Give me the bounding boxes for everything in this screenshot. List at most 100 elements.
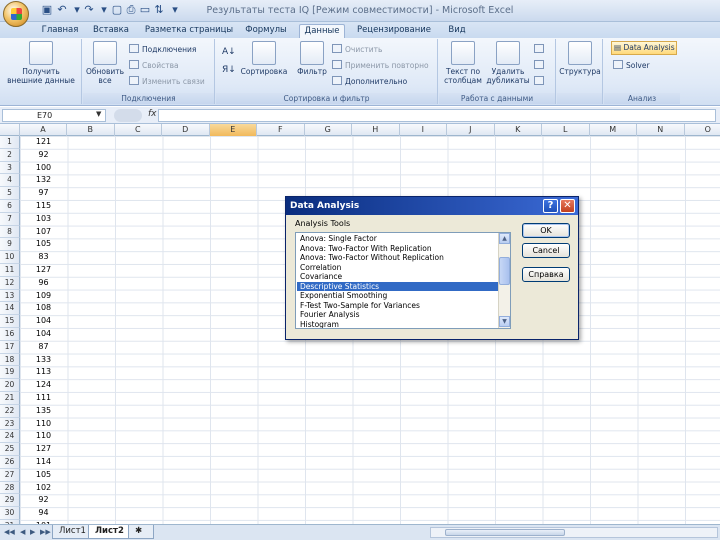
ok-button[interactable]: OK <box>522 223 570 238</box>
column-header[interactable]: G <box>305 124 352 136</box>
list-scrollbar[interactable]: ▲ ▼ <box>498 233 510 328</box>
cell-a[interactable]: 104 <box>20 315 67 328</box>
scroll-down-icon[interactable]: ▼ <box>499 316 510 327</box>
text-to-columns-button[interactable]: Текст по столбцам <box>441 41 485 85</box>
cell-a[interactable]: 121 <box>20 136 67 149</box>
close-icon[interactable]: ✕ <box>560 199 575 213</box>
cell-a[interactable]: 135 <box>20 405 67 418</box>
list-item-selected[interactable]: Descriptive Statistics <box>297 281 498 291</box>
list-item[interactable]: Histogram <box>297 320 498 329</box>
analysis-tools-list[interactable]: Anova: Single Factor Anova: Two-Factor W… <box>295 232 511 329</box>
tab-insert[interactable]: Вставка <box>88 24 134 38</box>
save-icon[interactable]: ▣ <box>40 3 54 17</box>
cell-a[interactable]: 92 <box>20 149 67 162</box>
cell-a[interactable]: 96 <box>20 277 67 290</box>
tab-view[interactable]: Вид <box>442 24 472 38</box>
row-header[interactable]: 26 <box>0 456 20 469</box>
list-item[interactable]: Covariance <box>297 272 498 282</box>
cell-a[interactable]: 109 <box>20 290 67 303</box>
row-header[interactable]: 6 <box>0 200 20 213</box>
list-item[interactable]: Anova: Two-Factor Without Replication <box>297 253 498 263</box>
undo-icon[interactable]: ↶ <box>55 3 69 17</box>
help-icon[interactable]: ? <box>543 199 558 213</box>
row-header[interactable]: 23 <box>0 417 20 431</box>
connections-button[interactable]: Подключения <box>129 44 196 55</box>
row-header[interactable]: 8 <box>0 225 20 239</box>
cell-a[interactable]: 87 <box>20 341 67 354</box>
row-header[interactable]: 9 <box>0 238 20 252</box>
cell-a[interactable]: 127 <box>20 443 67 456</box>
sort-button[interactable]: Сортировка <box>238 41 290 76</box>
row-header[interactable]: 25 <box>0 443 20 456</box>
list-item[interactable]: Correlation <box>297 263 498 273</box>
clear-button[interactable]: Очистить <box>332 44 382 55</box>
consolidate-icon[interactable] <box>534 60 547 71</box>
column-header[interactable]: A <box>20 124 67 136</box>
column-header[interactable]: F <box>257 124 305 136</box>
cell-a[interactable]: 110 <box>20 418 67 431</box>
row-header[interactable]: 28 <box>0 481 20 495</box>
redo-dropdown-icon[interactable]: ▾ <box>97 3 111 17</box>
column-header[interactable]: M <box>590 124 637 136</box>
row-header[interactable]: 7 <box>0 212 20 226</box>
column-header[interactable]: C <box>115 124 162 136</box>
formula-input[interactable] <box>158 109 716 122</box>
cell-a[interactable]: 105 <box>20 469 67 482</box>
row-header[interactable]: 20 <box>0 379 20 392</box>
list-item[interactable]: Anova: Single Factor <box>297 234 498 244</box>
first-sheet-icon[interactable]: ◀◀ <box>4 528 15 536</box>
cell-a[interactable]: 102 <box>20 482 67 495</box>
list-item[interactable]: Anova: Two-Factor With Replication <box>297 244 498 254</box>
list-item[interactable]: Fourier Analysis <box>297 310 498 320</box>
structure-button[interactable]: Структура <box>559 41 601 76</box>
get-external-data-button[interactable]: Получить внешние данные <box>4 41 78 85</box>
cell-a[interactable]: 111 <box>20 392 67 405</box>
open-icon[interactable]: ▭ <box>138 3 152 17</box>
tab-formulas[interactable]: Формулы <box>242 24 290 38</box>
office-button[interactable] <box>3 1 29 27</box>
select-all-corner[interactable] <box>0 124 20 136</box>
cell-a[interactable]: 113 <box>20 366 67 379</box>
cell-a[interactable]: 100 <box>20 162 67 175</box>
tab-page-layout[interactable]: Разметка страницы <box>140 24 238 38</box>
data-analysis-button[interactable]: ▤ Data Analysis <box>611 41 677 55</box>
row-header[interactable]: 4 <box>0 174 20 188</box>
column-header[interactable]: D <box>162 124 210 136</box>
column-header[interactable]: J <box>447 124 495 136</box>
advanced-button[interactable]: Дополнительно <box>332 76 407 87</box>
column-header[interactable]: L <box>542 124 590 136</box>
cell-a[interactable]: 132 <box>20 174 67 187</box>
cell-a[interactable]: 83 <box>20 251 67 264</box>
row-header[interactable]: 10 <box>0 251 20 264</box>
prev-sheet-icon[interactable]: ◀ <box>20 528 25 536</box>
list-scroll-thumb[interactable] <box>499 257 510 285</box>
sort-za-icon[interactable]: Я↓ <box>222 65 236 76</box>
column-header[interactable]: B <box>67 124 115 136</box>
scroll-up-icon[interactable]: ▲ <box>499 233 510 244</box>
insert-sheet-icon[interactable]: ✱ <box>128 525 154 539</box>
row-header[interactable]: 16 <box>0 328 20 341</box>
reapply-button[interactable]: Применить повторно <box>332 60 429 71</box>
remove-duplicates-button[interactable]: Удалить дубликаты <box>485 41 531 85</box>
row-header[interactable]: 2 <box>0 148 20 162</box>
name-box-dropdown-icon[interactable]: ▼ <box>96 110 101 118</box>
sheet-tab-1[interactable]: Лист1 <box>52 525 93 539</box>
list-item[interactable]: F-Test Two-Sample for Variances <box>297 301 498 311</box>
cell-a[interactable]: 97 <box>20 187 67 200</box>
cell-a[interactable]: 92 <box>20 494 67 507</box>
row-header[interactable]: 11 <box>0 264 20 277</box>
filter-button[interactable]: Фильтр <box>292 41 332 76</box>
row-header[interactable]: 18 <box>0 353 20 367</box>
sort-icon[interactable]: ⇅ <box>152 3 166 17</box>
row-header[interactable]: 19 <box>0 366 20 380</box>
last-sheet-icon[interactable]: ▶▶ <box>40 528 51 536</box>
solver-button[interactable]: Solver <box>613 60 650 71</box>
tab-home[interactable]: Главная <box>36 24 84 38</box>
row-header[interactable]: 15 <box>0 315 20 328</box>
cell-a[interactable]: 94 <box>20 507 67 520</box>
horizontal-scrollbar[interactable] <box>430 527 718 538</box>
next-sheet-icon[interactable]: ▶ <box>30 528 35 536</box>
horizontal-scroll-thumb[interactable] <box>445 529 565 536</box>
row-header[interactable]: 24 <box>0 430 20 444</box>
what-if-icon[interactable] <box>534 76 547 87</box>
